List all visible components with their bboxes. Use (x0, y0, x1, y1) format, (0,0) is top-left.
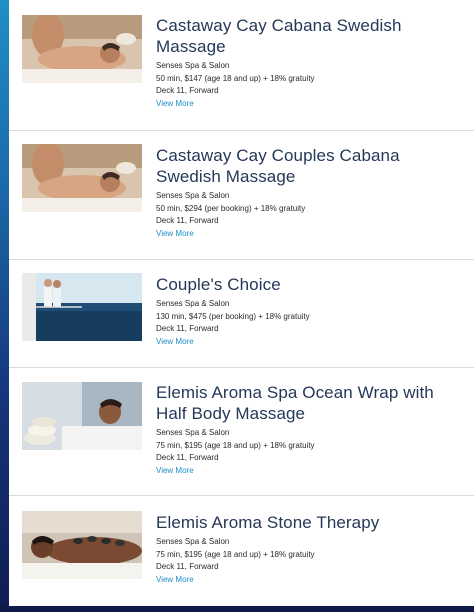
item-title[interactable]: Elemis Aroma Stone Therapy (156, 512, 466, 533)
venue-name: Senses Spa & Salon (156, 537, 230, 546)
deck-location: Deck 11, Forward (156, 562, 219, 571)
stone-therapy-photo[interactable] (22, 511, 142, 579)
item-title[interactable]: Elemis Aroma Spa Ocean Wrap with Half Bo… (156, 382, 466, 424)
list-item[interactable]: Castaway Cay Cabana Swedish Massage Sens… (9, 0, 474, 130)
duration-price: 50 min, $294 (per booking) + 18% gratuit… (156, 203, 306, 213)
spa-results-list: Castaway Cay Cabana Swedish Massage Sens… (9, 0, 474, 612)
bottom-edge-background (0, 606, 474, 612)
list-item[interactable]: Elemis Aroma Stone Therapy Senses Spa & … (9, 496, 474, 606)
item-title[interactable]: Castaway Cay Couples Cabana Swedish Mass… (156, 145, 466, 187)
massage-cabana-photo[interactable] (22, 15, 142, 83)
venue-name: Senses Spa & Salon (156, 428, 230, 437)
venue-name: Senses Spa & Salon (156, 61, 230, 70)
venue-name: Senses Spa & Salon (156, 299, 230, 308)
item-title[interactable]: Couple's Choice (156, 274, 466, 295)
list-item[interactable]: Castaway Cay Couples Cabana Swedish Mass… (9, 131, 474, 259)
deck-location: Deck 11, Forward (156, 86, 219, 95)
spa-wrap-photo[interactable] (22, 382, 142, 450)
duration-price: 75 min, $195 (age 18 and up) + 18% gratu… (156, 440, 315, 450)
view-more-link[interactable]: View More (156, 465, 466, 478)
view-more-link[interactable]: View More (156, 228, 466, 241)
duration-price: 75 min, $195 (age 18 and up) + 18% gratu… (156, 549, 315, 559)
venue-name: Senses Spa & Salon (156, 191, 230, 200)
left-edge-background (0, 0, 9, 612)
list-item[interactable]: Couple's Choice Senses Spa & Salon 130 m… (9, 260, 474, 367)
view-more-link[interactable]: View More (156, 574, 466, 587)
deck-location: Deck 11, Forward (156, 216, 219, 225)
duration-price: 130 min, $475 (per booking) + 18% gratui… (156, 311, 310, 321)
list-item[interactable]: Elemis Aroma Spa Ocean Wrap with Half Bo… (9, 368, 474, 495)
item-title[interactable]: Castaway Cay Cabana Swedish Massage (156, 15, 466, 57)
couples-massage-photo[interactable] (22, 144, 142, 212)
view-more-link[interactable]: View More (156, 98, 466, 111)
duration-price: 50 min, $147 (age 18 and up) + 18% gratu… (156, 73, 315, 83)
deck-location: Deck 11, Forward (156, 324, 219, 333)
view-more-link[interactable]: View More (156, 336, 466, 349)
deck-location: Deck 11, Forward (156, 453, 219, 462)
ocean-balcony-photo[interactable] (22, 273, 142, 341)
